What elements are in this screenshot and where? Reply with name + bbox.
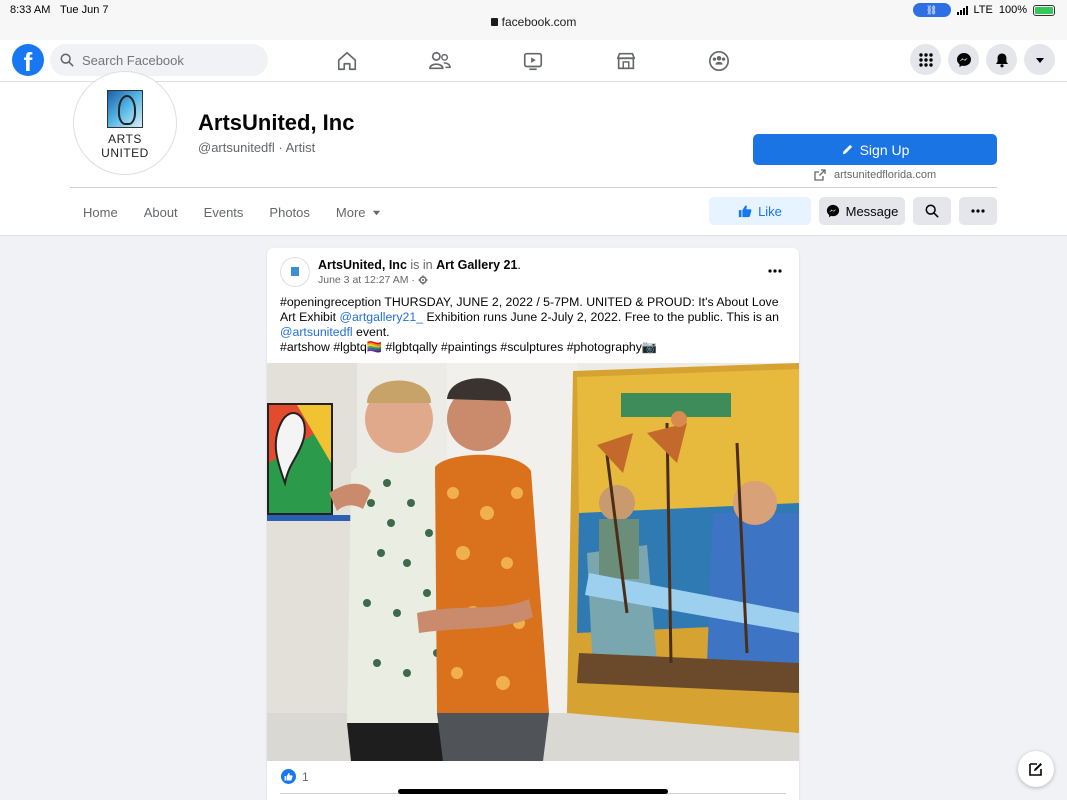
account-menu-button[interactable] bbox=[1024, 44, 1055, 75]
signal-icon bbox=[956, 5, 968, 15]
feed-post: ArtsUnited, Inc is in Art Gallery 21. Ju… bbox=[267, 248, 799, 800]
post-author-avatar[interactable] bbox=[280, 257, 310, 287]
page-tabs: Home About Events Photos More bbox=[70, 189, 394, 235]
address-bar[interactable]: facebook.com bbox=[0, 15, 1067, 29]
page-header: ARTS UNITED ArtsUnited, Inc @artsunitedf… bbox=[0, 71, 1067, 236]
nav-watch[interactable] bbox=[486, 40, 579, 82]
post-timestamp: June 3 at 12:27 AM · bbox=[318, 274, 428, 286]
nav-groups[interactable] bbox=[672, 40, 765, 82]
artsunited-logo-icon bbox=[291, 267, 299, 276]
mention-artgallery21[interactable]: @artgallery21_ bbox=[339, 310, 423, 324]
post-reactions[interactable]: 1 bbox=[281, 769, 309, 784]
tab-home[interactable]: Home bbox=[70, 189, 131, 235]
messenger-icon bbox=[826, 204, 839, 218]
compose-button[interactable] bbox=[1018, 751, 1054, 787]
like-page-button[interactable]: Like bbox=[709, 197, 811, 225]
caret-down-icon bbox=[372, 210, 380, 215]
watch-icon bbox=[523, 52, 542, 71]
page-handle: @artsunitedfl · Artist bbox=[198, 140, 316, 155]
search-page-button[interactable] bbox=[913, 197, 951, 225]
link-icon: ⛓ bbox=[912, 3, 951, 17]
post-text-part-3: event. bbox=[352, 325, 390, 339]
search-input[interactable] bbox=[82, 52, 252, 68]
message-label: Message bbox=[845, 203, 899, 219]
more-options-button[interactable] bbox=[959, 197, 997, 225]
page-title: ArtsUnited, Inc bbox=[198, 110, 355, 135]
post-hashtags[interactable]: #artshow #lgbtq🏳️‍🌈 #lgbtqally #painting… bbox=[280, 340, 657, 354]
like-label: Like bbox=[758, 203, 782, 219]
page-actions: Like Message bbox=[709, 197, 997, 225]
messenger-icon bbox=[956, 52, 971, 67]
battery-fill bbox=[1035, 6, 1053, 14]
post-place-link[interactable]: Art Gallery 21 bbox=[436, 258, 517, 272]
artsunited-logo-icon bbox=[107, 90, 143, 128]
post-text-part-2: Exhibition runs June 2-July 2, 2022. Fre… bbox=[423, 310, 779, 324]
tab-more-label: More bbox=[335, 204, 366, 220]
avatar-logo-line1: ARTS bbox=[108, 132, 142, 146]
reaction-count: 1 bbox=[302, 769, 309, 784]
status-bar: 8:33 AM Tue Jun 7 facebook.com ⛓ LTE 100… bbox=[0, 0, 1067, 40]
account-caret-icon bbox=[1035, 57, 1044, 63]
groups-icon bbox=[708, 51, 729, 71]
mention-artsunitedfl[interactable]: @artsunitedfl bbox=[280, 325, 353, 339]
home-icon bbox=[337, 51, 356, 71]
post-time-text[interactable]: June 3 at 12:27 AM · bbox=[318, 274, 415, 286]
tab-photos[interactable]: Photos bbox=[256, 189, 322, 235]
menu-button[interactable] bbox=[910, 44, 941, 75]
messenger-button[interactable] bbox=[948, 44, 979, 75]
post-text: #openingreception THURSDAY, JUNE 2, 2022… bbox=[280, 295, 790, 355]
more-dots-icon bbox=[768, 269, 782, 273]
status-indicators: ⛓ LTE 100% bbox=[912, 3, 1055, 17]
post-photo[interactable] bbox=[267, 363, 799, 761]
post-header: ArtsUnited, Inc is in Art Gallery 21. bbox=[318, 258, 521, 272]
header-divider bbox=[70, 187, 997, 188]
tab-about[interactable]: About bbox=[131, 189, 191, 235]
message-button[interactable]: Message bbox=[819, 197, 905, 225]
lock-icon bbox=[490, 18, 498, 26]
battery-icon bbox=[1033, 4, 1055, 16]
address-url: facebook.com bbox=[501, 15, 577, 29]
account-controls bbox=[910, 44, 1055, 75]
battery-percent: 100% bbox=[998, 4, 1027, 16]
home-indicator[interactable] bbox=[398, 789, 668, 794]
post-is-in: is in bbox=[410, 258, 433, 272]
facebook-logo[interactable]: f bbox=[12, 44, 44, 76]
notifications-button[interactable] bbox=[986, 44, 1017, 75]
post-author-link[interactable]: ArtsUnited, Inc bbox=[318, 258, 407, 272]
search-icon bbox=[925, 204, 939, 218]
more-dots-icon bbox=[971, 209, 985, 213]
public-settings-icon bbox=[418, 275, 428, 285]
pencil-icon bbox=[842, 144, 852, 155]
thumbs-up-icon bbox=[738, 205, 752, 218]
search-icon bbox=[60, 53, 74, 67]
external-link-icon bbox=[814, 169, 826, 181]
tab-more[interactable]: More bbox=[323, 189, 394, 235]
nav-home[interactable] bbox=[300, 40, 393, 82]
friends-icon bbox=[428, 51, 451, 70]
nav-tabs bbox=[300, 40, 765, 82]
sign-up-label: Sign Up bbox=[859, 141, 910, 158]
marketplace-icon bbox=[616, 52, 635, 70]
nav-marketplace[interactable] bbox=[579, 40, 672, 82]
notifications-icon bbox=[995, 53, 1008, 67]
website-url: artsunitedflorida.com bbox=[834, 169, 937, 181]
website-link[interactable]: artsunitedflorida.com bbox=[814, 169, 936, 181]
page-avatar[interactable]: ARTS UNITED bbox=[73, 71, 177, 175]
like-reaction-icon bbox=[281, 769, 296, 784]
compose-icon bbox=[1029, 763, 1042, 776]
top-navigation: f bbox=[0, 40, 1067, 82]
menu-grid-icon bbox=[918, 52, 933, 67]
sign-up-button[interactable]: Sign Up bbox=[753, 134, 997, 165]
photo-illustration bbox=[267, 363, 799, 761]
network-label: LTE bbox=[973, 4, 993, 16]
avatar-logo-line2: UNITED bbox=[101, 146, 149, 160]
nav-friends[interactable] bbox=[393, 40, 486, 82]
post-options-button[interactable] bbox=[768, 260, 782, 278]
tab-events[interactable]: Events bbox=[191, 189, 257, 235]
search-box[interactable] bbox=[50, 44, 268, 76]
post-place-suffix: . bbox=[517, 258, 521, 272]
